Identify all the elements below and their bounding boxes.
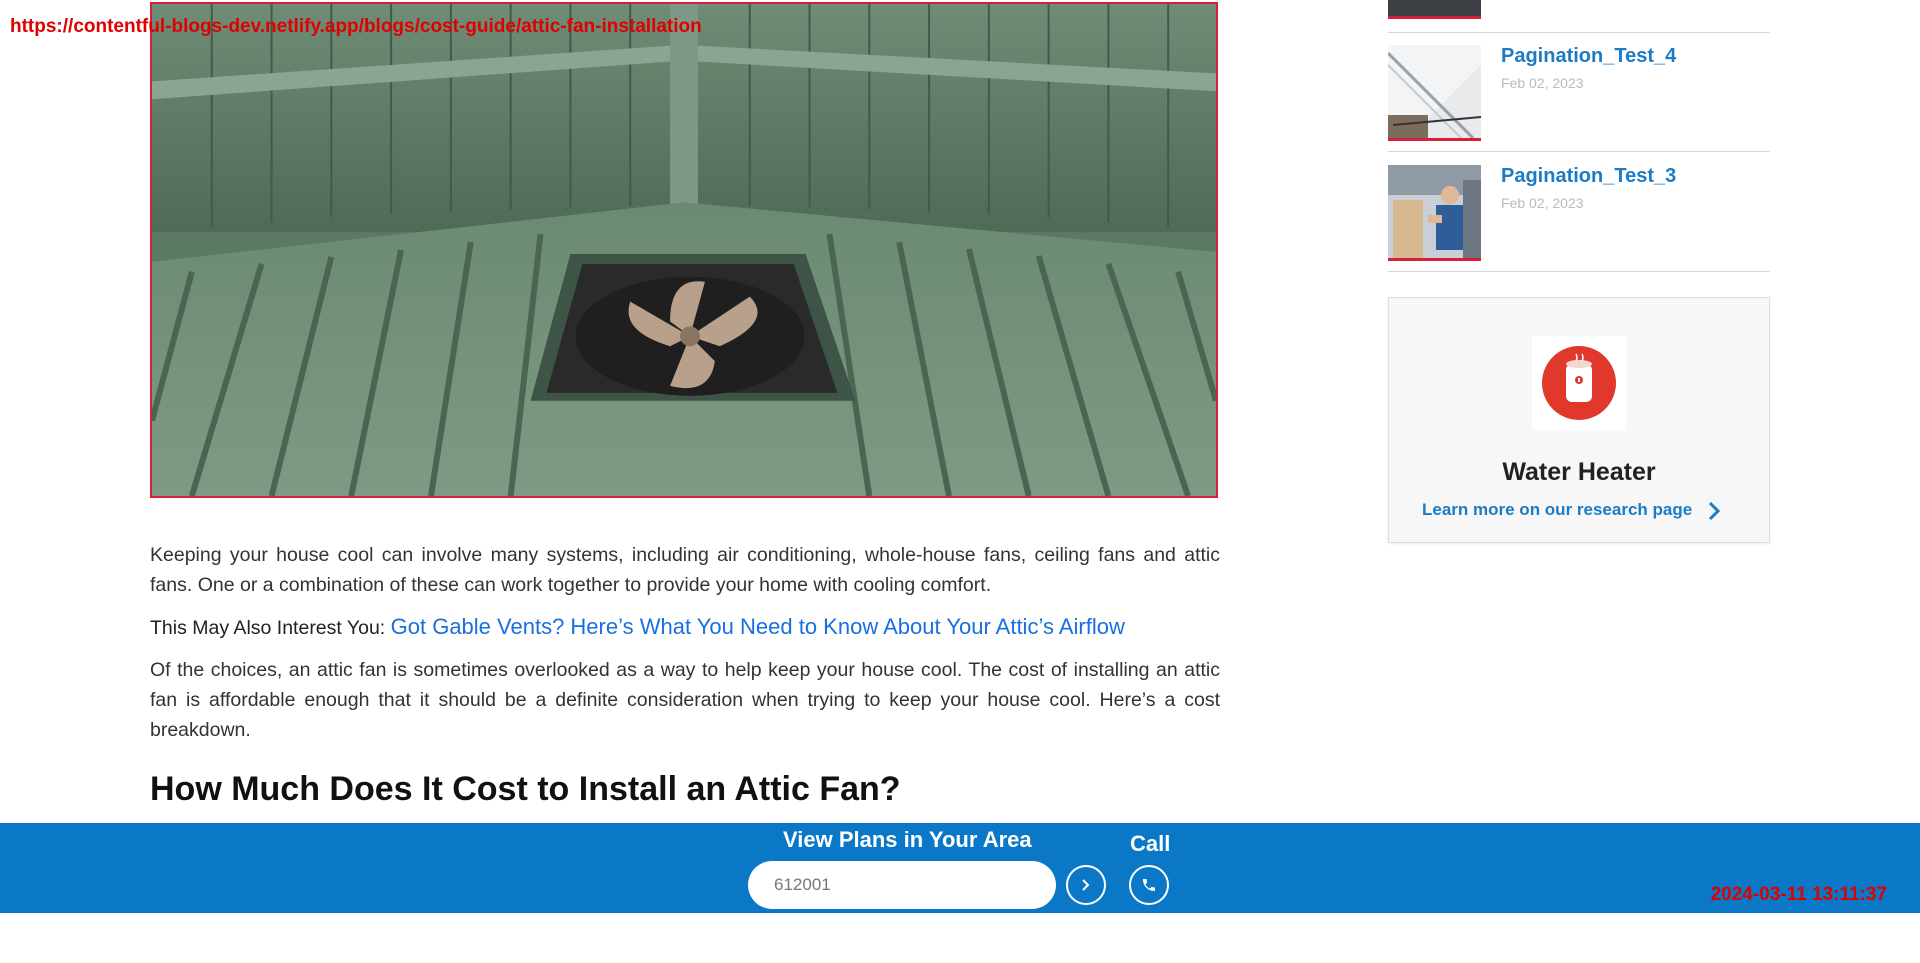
- view-plans-label: View Plans in Your Area: [783, 827, 1032, 852]
- attic-fan-illustration: [152, 4, 1216, 496]
- submit-zip-button[interactable]: [1066, 865, 1106, 905]
- page-bottom-area: [0, 913, 1920, 963]
- chevron-right-icon[interactable]: [1707, 501, 1721, 526]
- also-interest-link[interactable]: Got Gable Vents? Here’s What You Need to…: [391, 614, 1125, 639]
- research-page-link[interactable]: Learn more on our research page: [1422, 500, 1692, 520]
- sidebar-post-item[interactable]: Pagination_Test_3 Feb 02, 2023: [1388, 165, 1770, 261]
- timestamp-overlay: 2024-03-11 13:11:37: [1710, 884, 1887, 905]
- also-interest-label: This May Also Interest You:: [150, 617, 386, 639]
- research-card: Water Heater Learn more on our research …: [1388, 297, 1770, 543]
- house-eave-image: [1388, 45, 1481, 138]
- card-title: Water Heater: [1502, 458, 1656, 486]
- chevron-right-icon: [1082, 879, 1090, 891]
- phone-icon: [1143, 879, 1155, 891]
- previous-post-thumbnail[interactable]: [1388, 0, 1481, 19]
- hero-image: [150, 2, 1218, 498]
- section-heading: How Much Does It Cost to Install an Atti…: [150, 770, 901, 808]
- post-thumbnail[interactable]: [1388, 45, 1481, 141]
- url-overlay: https://contentful-blogs-dev.netlify.app…: [10, 16, 702, 37]
- sidebar-divider: [1388, 271, 1770, 272]
- water-heater-icon: [1532, 336, 1626, 430]
- technician-image: [1388, 165, 1481, 258]
- post-thumbnail[interactable]: [1388, 165, 1481, 261]
- article-paragraph-2: Of the choices, an attic fan is sometime…: [150, 659, 1220, 741]
- post-date: Feb 02, 2023: [1501, 75, 1584, 91]
- post-title[interactable]: Pagination_Test_3: [1501, 165, 1676, 188]
- call-label: Call: [1130, 831, 1171, 856]
- zip-code-input[interactable]: [748, 861, 1056, 909]
- also-interest-line: This May Also Interest You: Got Gable Ve…: [150, 609, 1220, 646]
- post-date: Feb 02, 2023: [1501, 195, 1584, 211]
- post-title[interactable]: Pagination_Test_4: [1501, 45, 1676, 68]
- bottom-cta-bar: View Plans in Your Area Call: [0, 823, 1920, 913]
- sidebar-divider: [1388, 151, 1770, 152]
- sidebar-divider: [1388, 32, 1770, 33]
- article-paragraph-1: Keeping your house cool can involve many…: [150, 544, 1220, 596]
- call-button[interactable]: [1129, 865, 1169, 905]
- sidebar-post-item[interactable]: Pagination_Test_4 Feb 02, 2023: [1388, 45, 1770, 141]
